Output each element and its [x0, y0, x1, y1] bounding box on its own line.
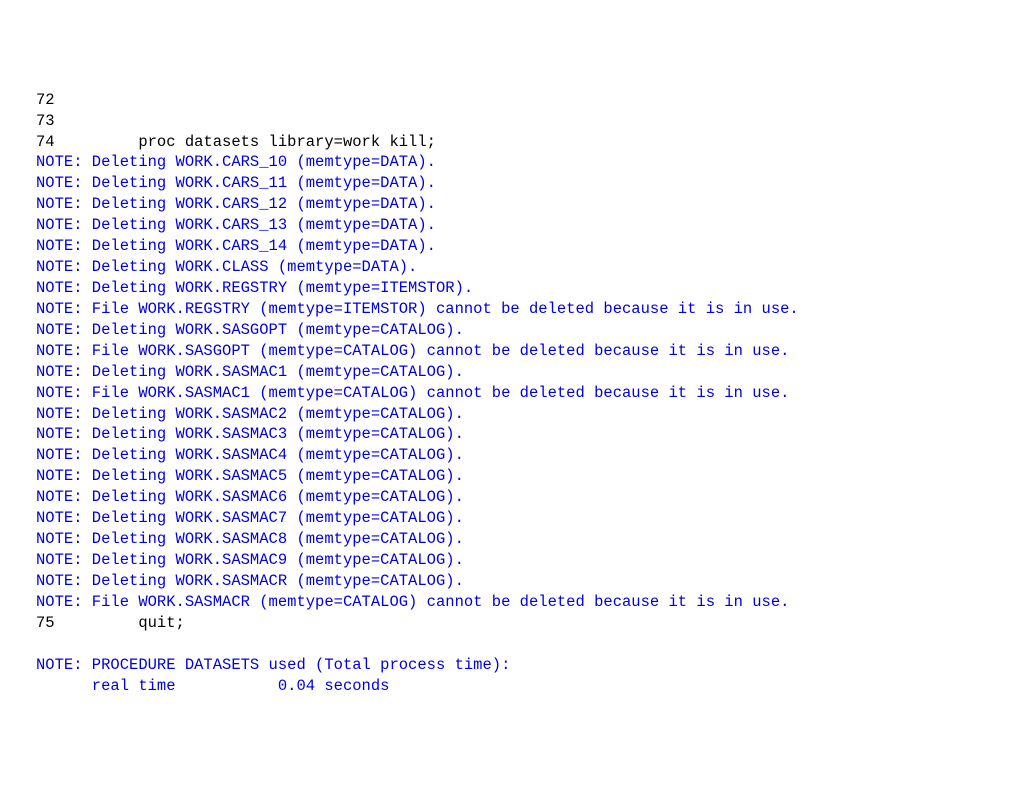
log-line: real time 0.04 seconds — [36, 676, 1024, 697]
log-line: NOTE: Deleting WORK.SASMAC4 (memtype=CAT… — [36, 445, 1024, 466]
log-line: NOTE: Deleting WORK.CARS_14 (memtype=DAT… — [36, 236, 1024, 257]
log-line: NOTE: Deleting WORK.CARS_10 (memtype=DAT… — [36, 152, 1024, 173]
log-line: NOTE: Deleting WORK.CARS_11 (memtype=DAT… — [36, 173, 1024, 194]
log-line: 74 proc datasets library=work kill; — [36, 132, 1024, 153]
log-line: 73 — [36, 111, 1024, 132]
log-line: 72 — [36, 90, 1024, 111]
log-line: NOTE: Deleting WORK.SASMAC6 (memtype=CAT… — [36, 487, 1024, 508]
log-line: NOTE: Deleting WORK.SASGOPT (memtype=CAT… — [36, 320, 1024, 341]
log-line: NOTE: Deleting WORK.SASMAC9 (memtype=CAT… — [36, 550, 1024, 571]
log-line: NOTE: Deleting WORK.SASMAC5 (memtype=CAT… — [36, 466, 1024, 487]
log-line: NOTE: PROCEDURE DATASETS used (Total pro… — [36, 655, 1024, 676]
log-line: NOTE: Deleting WORK.CARS_13 (memtype=DAT… — [36, 215, 1024, 236]
log-line: 75 quit; — [36, 613, 1024, 634]
log-line: NOTE: Deleting WORK.CLASS (memtype=DATA)… — [36, 257, 1024, 278]
log-line: NOTE: File WORK.SASMACR (memtype=CATALOG… — [36, 592, 1024, 613]
log-line: NOTE: Deleting WORK.SASMAC2 (memtype=CAT… — [36, 404, 1024, 425]
log-line: NOTE: File WORK.SASGOPT (memtype=CATALOG… — [36, 341, 1024, 362]
log-line — [36, 634, 1024, 655]
log-line: NOTE: Deleting WORK.CARS_12 (memtype=DAT… — [36, 194, 1024, 215]
log-line: NOTE: File WORK.REGSTRY (memtype=ITEMSTO… — [36, 299, 1024, 320]
log-line: NOTE: Deleting WORK.SASMAC8 (memtype=CAT… — [36, 529, 1024, 550]
log-line: NOTE: Deleting WORK.SASMAC1 (memtype=CAT… — [36, 362, 1024, 383]
log-line: NOTE: Deleting WORK.SASMAC7 (memtype=CAT… — [36, 508, 1024, 529]
log-line: NOTE: Deleting WORK.REGSTRY (memtype=ITE… — [36, 278, 1024, 299]
log-line: NOTE: Deleting WORK.SASMAC3 (memtype=CAT… — [36, 424, 1024, 445]
log-line: NOTE: File WORK.SASMAC1 (memtype=CATALOG… — [36, 383, 1024, 404]
sas-log-output: 72 73 74 proc datasets library=work kill… — [36, 90, 1024, 697]
log-line: NOTE: Deleting WORK.SASMACR (memtype=CAT… — [36, 571, 1024, 592]
